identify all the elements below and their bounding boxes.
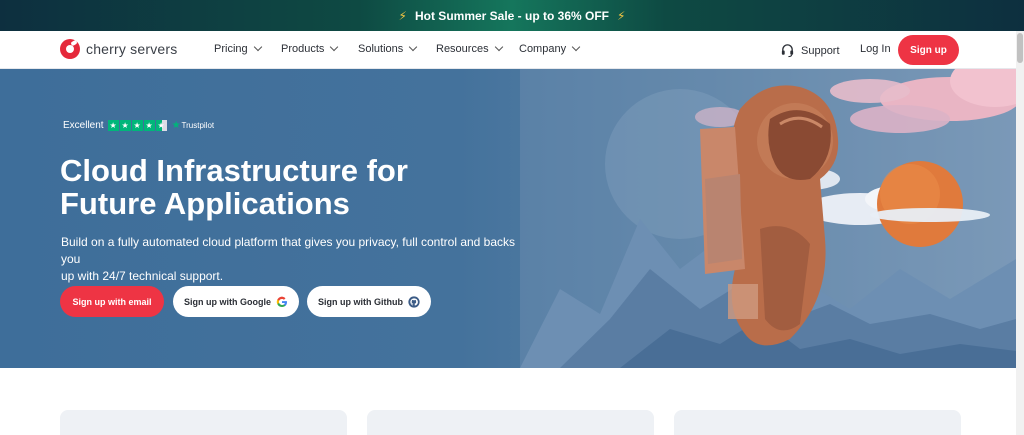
support-label: Support bbox=[801, 44, 840, 57]
signup-button[interactable]: Sign up bbox=[898, 35, 959, 65]
chevron-down-icon bbox=[494, 42, 503, 52]
hero-section: Excellent ★ ★ ★ ★ ★ ★ Trustpilot Cloud I… bbox=[0, 69, 1016, 368]
github-icon bbox=[408, 295, 420, 308]
nav-pricing[interactable]: Pricing bbox=[214, 42, 262, 55]
nav-pricing-label: Pricing bbox=[214, 43, 248, 55]
nav-solutions[interactable]: Solutions bbox=[358, 42, 418, 55]
scrollbar-thumb[interactable] bbox=[1017, 33, 1023, 63]
chevron-down-icon bbox=[253, 42, 262, 52]
signup-email-button[interactable]: Sign up with email bbox=[60, 286, 164, 317]
login-link[interactable]: Log In bbox=[860, 43, 891, 55]
rating-word: Excellent bbox=[63, 120, 104, 131]
nav-products[interactable]: Products bbox=[281, 42, 339, 55]
lightning-icon: ⚡ bbox=[398, 8, 407, 23]
top-navigation: cherry servers Pricing Products Solution… bbox=[0, 31, 1016, 69]
star-icon: ★ bbox=[107, 120, 119, 131]
nav-products-label: Products bbox=[281, 43, 325, 55]
brand-name: cherry servers bbox=[86, 41, 178, 57]
nav-company[interactable]: Company bbox=[519, 42, 581, 55]
brand-logo[interactable]: cherry servers bbox=[60, 39, 177, 59]
star-icon: ★ bbox=[131, 120, 143, 131]
half-star-icon: ★ bbox=[155, 120, 167, 131]
hero-title: Cloud Infrastructure for Future Applicat… bbox=[60, 154, 540, 220]
star-icon: ★ bbox=[143, 120, 155, 131]
cherry-logo-icon bbox=[60, 39, 80, 59]
lightning-icon: ⚡ bbox=[617, 8, 626, 23]
feature-card[interactable] bbox=[60, 410, 347, 435]
hero-subtitle-line-1: Build on a fully automated cloud platfor… bbox=[61, 235, 516, 266]
page-scrollbar[interactable] bbox=[1016, 31, 1024, 435]
google-icon bbox=[276, 296, 287, 307]
feature-card[interactable] bbox=[674, 410, 961, 435]
signup-github-label: Sign up with Github bbox=[318, 296, 403, 307]
headset-icon bbox=[781, 44, 794, 58]
support-link[interactable]: Support bbox=[780, 43, 840, 58]
chevron-down-icon bbox=[330, 42, 339, 52]
trustpilot-rating[interactable]: Excellent ★ ★ ★ ★ ★ ★ Trustpilot bbox=[63, 120, 214, 131]
promo-banner[interactable]: ⚡ Hot Summer Sale - up to 36% OFF ⚡ bbox=[0, 0, 1024, 31]
signup-google-button[interactable]: Sign up with Google bbox=[173, 286, 299, 317]
hero-subtitle-line-2: up with 24/7 technical support. bbox=[61, 269, 224, 283]
trustpilot-brand: Trustpilot bbox=[181, 121, 215, 130]
nav-resources-label: Resources bbox=[436, 43, 489, 55]
nav-company-label: Company bbox=[519, 43, 567, 55]
nav-solutions-label: Solutions bbox=[358, 43, 404, 55]
signup-github-button[interactable]: Sign up with Github bbox=[307, 286, 431, 317]
chevron-down-icon bbox=[409, 42, 418, 52]
signup-email-label: Sign up with email bbox=[72, 296, 152, 307]
promo-text: Hot Summer Sale - up to 36% OFF bbox=[414, 8, 610, 23]
hero-subtitle: Build on a fully automated cloud platfor… bbox=[61, 234, 531, 285]
trustpilot-logo: ★ Trustpilot bbox=[172, 120, 215, 131]
trustpilot-star-icon: ★ bbox=[171, 120, 181, 131]
hero-title-line-1: Cloud Infrastructure for bbox=[60, 153, 408, 188]
hero-title-line-2: Future Applications bbox=[60, 186, 350, 221]
trustpilot-stars: ★ ★ ★ ★ ★ bbox=[107, 120, 168, 131]
signup-google-label: Sign up with Google bbox=[184, 296, 271, 307]
feature-card[interactable] bbox=[367, 410, 654, 435]
star-icon: ★ bbox=[119, 120, 131, 131]
nav-resources[interactable]: Resources bbox=[436, 42, 503, 55]
chevron-down-icon bbox=[571, 42, 581, 52]
